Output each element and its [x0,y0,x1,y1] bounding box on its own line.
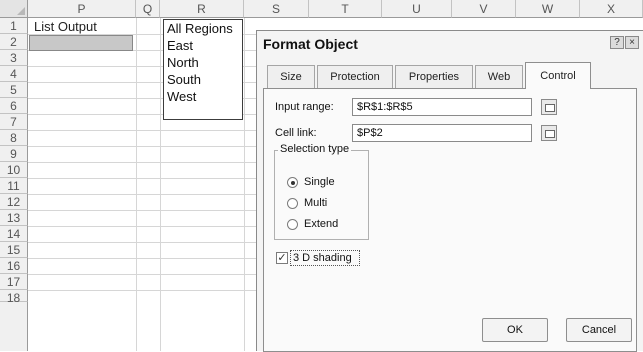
tab-web[interactable]: Web [475,65,523,88]
row-header-filler [0,302,28,351]
gridline [136,18,137,351]
list-box-item[interactable]: West [164,88,242,105]
row-header-4[interactable]: 4 [0,66,28,82]
select-all-corner[interactable] [0,0,28,18]
cell-p1[interactable]: List Output [34,19,97,34]
list-box-item[interactable]: North [164,54,242,71]
row-header-14[interactable]: 14 [0,226,28,242]
row-header-17[interactable]: 17 [0,274,28,290]
help-icon[interactable]: ? [610,36,624,49]
cell-p2-linked[interactable] [29,35,133,51]
row-header-6[interactable]: 6 [0,98,28,114]
list-box-control[interactable]: All Regions East North South West [163,19,243,120]
input-range-label: Input range: [275,101,334,113]
list-box-item[interactable]: All Regions [164,20,242,37]
cell-link-collapse-icon[interactable] [541,125,557,141]
list-box-item[interactable]: South [164,71,242,88]
column-header-v[interactable]: V [452,0,516,18]
radio-extend[interactable] [287,219,298,230]
selection-type-label: Selection type [278,143,352,155]
shading-label[interactable]: 3 D shading [293,252,352,264]
row-header-11[interactable]: 11 [0,178,28,194]
cell-link-field[interactable]: $P$2 [352,124,532,142]
column-header-w[interactable]: W [516,0,580,18]
ok-button[interactable]: OK [482,318,548,342]
row-header-15[interactable]: 15 [0,242,28,258]
radio-single-label[interactable]: Single [304,176,335,188]
row-header-16[interactable]: 16 [0,258,28,274]
tab-protection[interactable]: Protection [317,65,393,88]
column-header-u[interactable]: U [382,0,452,18]
radio-multi-label[interactable]: Multi [304,197,327,209]
tab-control[interactable]: Control [525,62,591,89]
row-header-7[interactable]: 7 [0,114,28,130]
input-range-field[interactable]: $R$1:$R$5 [352,98,532,116]
row-header-10[interactable]: 10 [0,162,28,178]
row-header-8[interactable]: 8 [0,130,28,146]
gridline [160,18,161,351]
row-header-18[interactable]: 18 [0,290,28,305]
dialog-title-bar[interactable]: Format Object ? × [257,31,643,57]
list-box-item[interactable]: East [164,37,242,54]
radio-extend-label[interactable]: Extend [304,218,338,230]
row-header-5[interactable]: 5 [0,82,28,98]
shading-checkbox[interactable]: ✓ [276,252,288,264]
radio-single[interactable] [287,177,298,188]
column-header-s[interactable]: S [244,0,309,18]
dialog-title: Format Object [263,36,358,52]
column-header-r[interactable]: R [160,0,244,18]
row-header-2[interactable]: 2 [0,34,28,50]
close-icon[interactable]: × [625,36,639,49]
cancel-button[interactable]: Cancel [566,318,632,342]
input-range-collapse-icon[interactable] [541,99,557,115]
radio-multi[interactable] [287,198,298,209]
row-header-13[interactable]: 13 [0,210,28,226]
row-header-12[interactable]: 12 [0,194,28,210]
tab-properties[interactable]: Properties [395,65,473,88]
cell-link-label: Cell link: [275,127,317,139]
column-header-p[interactable]: P [28,0,136,18]
column-header-x[interactable]: X [580,0,643,18]
row-header-9[interactable]: 9 [0,146,28,162]
column-header-q[interactable]: Q [136,0,160,18]
gridline [244,18,245,351]
row-header-3[interactable]: 3 [0,50,28,66]
row-header-1[interactable]: 1 [0,18,28,34]
column-header-t[interactable]: T [309,0,382,18]
tab-size[interactable]: Size [267,65,315,88]
